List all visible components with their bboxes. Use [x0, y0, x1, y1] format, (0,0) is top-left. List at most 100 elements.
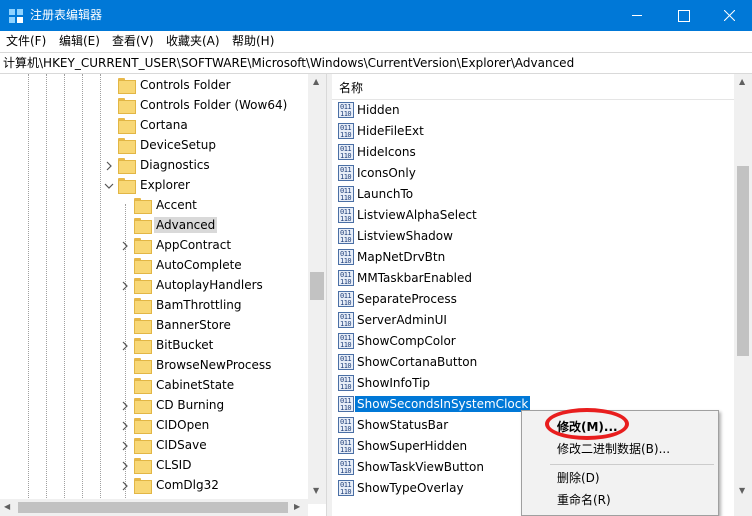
value-row[interactable]: 011 110 ShowCompColor [336, 331, 726, 351]
tree-node-label: Controls Folder [140, 78, 231, 92]
value-row[interactable]: 011 110 HideFileExt [336, 121, 726, 141]
menu-favorites[interactable]: 收藏夹(A) [166, 34, 220, 48]
tree-guide-line [64, 74, 65, 504]
chevron-right-icon[interactable] [120, 441, 130, 451]
tree-node[interactable]: CD Burning [122, 396, 300, 416]
value-name: IconsOnly [357, 166, 416, 180]
address-bar[interactable]: 计算机\HKEY_CURRENT_USER\SOFTWARE\Microsoft… [0, 52, 752, 74]
tree-node[interactable]: CLSID [122, 456, 300, 476]
reg-dword-icon: 011 110 [338, 207, 354, 223]
chevron-right-icon[interactable] [120, 461, 130, 471]
reg-dword-icon: 011 110 [338, 396, 354, 412]
value-row[interactable]: 011 110 ShowInfoTip [336, 373, 726, 393]
tree-node[interactable]: DeviceSetup [118, 136, 300, 156]
chevron-down-icon[interactable] [104, 181, 114, 191]
minimize-button[interactable] [614, 0, 660, 31]
scroll-right-icon[interactable]: ▶ [294, 502, 300, 511]
tree-node[interactable]: Cortana [118, 116, 300, 136]
folder-icon [134, 458, 152, 474]
chevron-right-icon[interactable] [120, 241, 130, 251]
value-row[interactable]: 011 110 SeparateProcess [336, 289, 726, 309]
value-row[interactable]: 011 110 ListviewAlphaSelect [336, 205, 726, 225]
key-tree-pane[interactable]: Controls Folder Controls Folder (Wow64) Co… [0, 74, 326, 516]
tree-guide-line [82, 74, 83, 504]
tree-node[interactable]: CIDOpen [122, 416, 300, 436]
value-row[interactable]: 011 110 Hidden [336, 100, 726, 120]
address-path[interactable]: 计算机\HKEY_CURRENT_USER\SOFTWARE\Microsoft… [3, 56, 574, 70]
value-name: SeparateProcess [357, 292, 457, 306]
tree-node[interactable]: BannerStore [134, 316, 300, 336]
tree-node-label: Controls Folder (Wow64) [140, 98, 288, 112]
tree-node[interactable]: Accent [134, 196, 300, 216]
tree-node[interactable]: Controls Folder (Wow64) [118, 96, 300, 116]
context-menu-rename[interactable]: 重命名(R) [557, 492, 611, 508]
tree-vertical-scrollbar[interactable]: ▲ ▼ [308, 74, 326, 504]
menu-file[interactable]: 文件(F) [6, 34, 46, 48]
folder-icon [134, 218, 152, 234]
menu-help[interactable]: 帮助(H) [232, 34, 274, 48]
values-scroll-thumb[interactable] [737, 166, 749, 356]
value-row[interactable]: 011 110 MapNetDrvBtn [336, 247, 726, 267]
tree-node[interactable]: AutoComplete [134, 256, 300, 276]
values-vertical-scrollbar[interactable]: ▲ ▼ [734, 74, 752, 516]
tree-node-label: CIDOpen [156, 418, 210, 432]
folder-icon [134, 358, 152, 374]
scroll-left-icon[interactable]: ◀ [4, 502, 10, 511]
tree-node-label: ComDlg32 [156, 478, 219, 492]
tree-node[interactable]: AutoplayHandlers [122, 276, 300, 296]
folder-icon [134, 478, 152, 494]
chevron-right-icon[interactable] [120, 421, 130, 431]
tree-node[interactable]: Explorer [104, 176, 300, 196]
reg-dword-icon: 011 110 [338, 270, 354, 286]
folder-icon [118, 138, 136, 154]
scroll-up-icon[interactable]: ▲ [313, 77, 319, 86]
tree-node[interactable]: Controls Folder [118, 76, 300, 96]
scroll-up-icon[interactable]: ▲ [739, 77, 745, 86]
menu-edit[interactable]: 编辑(E) [59, 34, 100, 48]
tree-node[interactable]: AppContract [122, 236, 300, 256]
value-row[interactable]: 011 110 LaunchTo [336, 184, 726, 204]
tree-node-label: Advanced [154, 217, 218, 233]
regedit-app-icon [8, 8, 24, 24]
chevron-right-icon[interactable] [120, 401, 130, 411]
context-menu-modify-binary[interactable]: 修改二进制数据(B)... [557, 441, 670, 457]
chevron-right-icon[interactable] [120, 281, 130, 291]
folder-icon [118, 118, 136, 134]
column-header-name[interactable]: 名称 [332, 74, 734, 100]
tree-hscroll-thumb[interactable] [18, 502, 288, 513]
tree-node[interactable]: BitBucket [122, 336, 300, 356]
reg-dword-icon: 011 110 [338, 186, 354, 202]
value-row[interactable]: 011 110 ListviewShadow [336, 226, 726, 246]
tree-scroll-thumb[interactable] [310, 272, 324, 300]
tree-node[interactable]: CabinetState [134, 376, 300, 396]
tree-horizontal-scrollbar[interactable]: ◀ ▶ [0, 499, 308, 516]
value-row[interactable]: 011 110 ShowCortanaButton [336, 352, 726, 372]
value-name: ShowStatusBar [357, 418, 449, 432]
context-menu-separator [550, 464, 714, 465]
maximize-button[interactable] [660, 0, 706, 31]
tree-node[interactable]: CIDSave [122, 436, 300, 456]
scroll-down-icon[interactable]: ▼ [739, 486, 745, 495]
chevron-right-icon[interactable] [120, 481, 130, 491]
chevron-right-icon[interactable] [104, 161, 114, 171]
window-title: 注册表编辑器 [30, 8, 103, 22]
value-row[interactable]: 011 110 MMTaskbarEnabled [336, 268, 726, 288]
tree-node-label: AutoplayHandlers [156, 278, 263, 292]
scroll-down-icon[interactable]: ▼ [313, 486, 319, 495]
tree-node[interactable]: BamThrottling [134, 296, 300, 316]
tree-node[interactable]: Diagnostics [106, 156, 300, 176]
chevron-right-icon[interactable] [120, 341, 130, 351]
tree-node-label: BannerStore [156, 318, 231, 332]
value-row[interactable]: 011 110 ServerAdminUI [336, 310, 726, 330]
close-button[interactable] [706, 0, 752, 31]
tree-node[interactable]: ComDlg32 [122, 476, 300, 496]
value-row[interactable]: 011 110 HideIcons [336, 142, 726, 162]
context-menu-delete[interactable]: 删除(D) [557, 470, 600, 486]
value-name: ShowInfoTip [357, 376, 431, 390]
value-row[interactable]: 011 110 IconsOnly [336, 163, 726, 183]
tree-node-label: CD Burning [156, 398, 225, 412]
tree-node[interactable]: Advanced [134, 216, 300, 236]
tree-node[interactable]: BrowseNewProcess [134, 356, 300, 376]
reg-dword-icon: 011 110 [338, 417, 354, 433]
menu-view[interactable]: 查看(V) [112, 34, 154, 48]
